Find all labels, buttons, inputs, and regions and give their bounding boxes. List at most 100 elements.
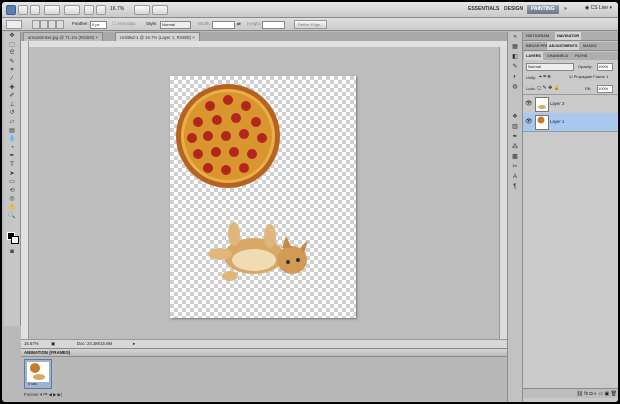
tab-navigator[interactable]: NAVIGATOR xyxy=(555,32,582,40)
status-zoom[interactable]: 16.67% xyxy=(24,340,39,348)
workspace-painting[interactable]: PAINTING xyxy=(527,5,559,14)
fill-input[interactable]: 100% xyxy=(597,85,613,93)
tools-icon[interactable]: ✂ xyxy=(508,162,522,172)
screen-mode-button[interactable] xyxy=(152,5,168,15)
previous-frame-icon[interactable]: ◀ xyxy=(48,392,51,397)
layer-row-layer-1[interactable]: 👁 Layer 1 xyxy=(523,113,618,132)
background-color-swatch[interactable] xyxy=(11,236,19,244)
animation-frame-1[interactable]: 0 sec. xyxy=(24,359,52,389)
styles-icon[interactable]: ⁂ xyxy=(508,142,522,152)
paragraph-icon[interactable]: ¶ xyxy=(508,182,522,192)
quick-selection-tool-icon[interactable]: ✎ xyxy=(5,58,19,67)
type-tool-icon[interactable]: T xyxy=(5,161,19,170)
character-icon[interactable]: A xyxy=(508,172,522,182)
tab-histogram[interactable]: HISTOGRAM xyxy=(524,32,551,40)
subtract-from-selection-icon[interactable] xyxy=(48,20,56,29)
swatches-icon[interactable]: ▩ xyxy=(508,152,522,162)
bridge-icon[interactable] xyxy=(18,5,28,15)
brush-tool-icon[interactable]: ✐ xyxy=(5,92,19,101)
cs-live-button[interactable]: ◉ CS Live ▾ xyxy=(585,5,612,11)
blur-tool-icon[interactable]: 💧 xyxy=(5,135,19,144)
collapse-icon[interactable]: » xyxy=(508,32,522,42)
tab-masks[interactable]: MASKS xyxy=(581,42,599,50)
3d-orbit-tool-icon[interactable]: ◎ xyxy=(5,195,19,204)
tool-preset-picker[interactable] xyxy=(6,20,22,29)
shape-tool-icon[interactable]: ▭ xyxy=(5,178,19,187)
chevron-down-icon[interactable]: ▾ xyxy=(40,392,42,397)
layers-icon[interactable]: ❖ xyxy=(508,112,522,122)
brush-presets-icon[interactable]: ✎ xyxy=(508,62,522,72)
tab-channels[interactable]: CHANNELS xyxy=(545,52,570,60)
spot-healing-tool-icon[interactable]: ✚ xyxy=(5,84,19,93)
opacity-input[interactable]: 100% xyxy=(597,63,613,71)
zoom-level-button[interactable] xyxy=(64,5,80,15)
quick-mask-icon[interactable]: ◙ xyxy=(5,248,19,257)
lock-icons[interactable]: ◻ ✎ ✥ 🔒 xyxy=(537,85,560,91)
layer-row-layer-2[interactable]: 👁 Layer 2 xyxy=(523,94,618,114)
view-extras-button[interactable] xyxy=(44,5,60,15)
path-selection-tool-icon[interactable]: ➤ xyxy=(5,170,19,179)
loop-select[interactable]: Forever xyxy=(24,392,39,397)
arrange-documents-button[interactable] xyxy=(134,5,150,15)
more-workspaces-icon[interactable]: » xyxy=(560,5,571,14)
feather-input[interactable]: 0 px xyxy=(90,20,107,29)
paths-icon[interactable]: ✒ xyxy=(508,132,522,142)
crop-tool-icon[interactable]: ⌗ xyxy=(5,66,19,75)
hand-tool-icon[interactable]: ✋ xyxy=(5,204,19,213)
animation-panel-title[interactable]: ANIMATION (FRAMES) xyxy=(21,349,507,357)
frame-delay[interactable]: 0 sec. xyxy=(28,382,38,386)
hand-tool-icon[interactable] xyxy=(84,5,94,15)
status-icon[interactable]: ▣ xyxy=(51,340,55,348)
workspace-essentials[interactable]: ESSENTIALS xyxy=(464,5,503,14)
mini-bridge-icon[interactable] xyxy=(30,5,40,15)
adjustment-layer-icon[interactable]: ◐ xyxy=(594,391,597,397)
dodge-tool-icon[interactable]: ◔ xyxy=(5,144,19,153)
height-input[interactable] xyxy=(262,20,285,29)
tab-paths[interactable]: PATHS xyxy=(573,52,589,60)
tab-adjustments[interactable]: ADJUSTMENTS xyxy=(547,42,580,50)
document-canvas[interactable] xyxy=(170,76,356,318)
ps-logo-icon[interactable] xyxy=(6,5,16,15)
pen-tool-icon[interactable]: ✒ xyxy=(5,152,19,161)
eraser-tool-icon[interactable]: ▱ xyxy=(5,118,19,127)
new-layer-icon[interactable]: ▣ xyxy=(605,391,610,397)
histogram-icon[interactable]: ▦ xyxy=(508,42,522,52)
close-icon[interactable]: × xyxy=(192,35,195,40)
navigator-icon[interactable]: ◧ xyxy=(508,52,522,62)
add-to-selection-icon[interactable] xyxy=(40,20,48,29)
close-icon[interactable]: × xyxy=(95,35,98,40)
zoom-tool-icon[interactable]: 🔍 xyxy=(5,212,19,221)
eye-icon[interactable]: 👁 xyxy=(525,100,533,107)
new-group-icon[interactable]: ▭ xyxy=(598,391,603,397)
adjustments-icon[interactable]: ◐ xyxy=(508,72,522,82)
marquee-tool-icon[interactable]: ⬚ xyxy=(5,41,19,50)
gradient-tool-icon[interactable]: ▤ xyxy=(5,127,19,136)
refine-edge-button[interactable]: Refine Edge... xyxy=(294,20,328,29)
channels-icon[interactable]: ▥ xyxy=(508,122,522,132)
clone-stamp-tool-icon[interactable]: ⊥ xyxy=(5,101,19,110)
masks-icon[interactable]: ◍ xyxy=(508,82,522,92)
new-selection-icon[interactable] xyxy=(32,20,40,29)
status-menu-arrow[interactable]: ▸ xyxy=(133,340,135,348)
tab-layers[interactable]: LAYERS xyxy=(524,52,544,60)
anti-alias-checkbox[interactable]: ☐ Anti-alias xyxy=(112,21,136,27)
workspace-design[interactable]: DESIGN xyxy=(500,5,527,14)
move-tool-icon[interactable]: ✥ xyxy=(5,32,19,41)
zoom-display[interactable]: 16.7% xyxy=(110,6,124,12)
add-mask-icon[interactable]: ◘ xyxy=(590,391,593,397)
trash-icon[interactable]: 🗑 xyxy=(611,391,617,397)
intersect-selection-icon[interactable] xyxy=(56,20,64,29)
layer-name[interactable]: Layer 2 xyxy=(550,101,564,106)
lasso-tool-icon[interactable]: ᘓ xyxy=(5,49,19,58)
eye-icon[interactable]: 👁 xyxy=(525,118,533,125)
first-frame-icon[interactable]: ⏮ xyxy=(43,392,47,397)
swap-dimensions-icon[interactable]: ⇄ xyxy=(237,21,241,27)
link-layers-icon[interactable]: ⛓ xyxy=(577,391,583,397)
play-icon[interactable]: ▶ xyxy=(53,392,56,397)
history-brush-tool-icon[interactable]: ↺ xyxy=(5,109,19,118)
fx-icon[interactable]: fx xyxy=(584,391,588,397)
eyedropper-tool-icon[interactable]: ⁄ xyxy=(5,75,19,84)
next-frame-icon[interactable]: ▶| xyxy=(58,392,62,397)
layer-name[interactable]: Layer 1 xyxy=(550,119,564,124)
style-select[interactable]: Normal xyxy=(160,20,191,29)
